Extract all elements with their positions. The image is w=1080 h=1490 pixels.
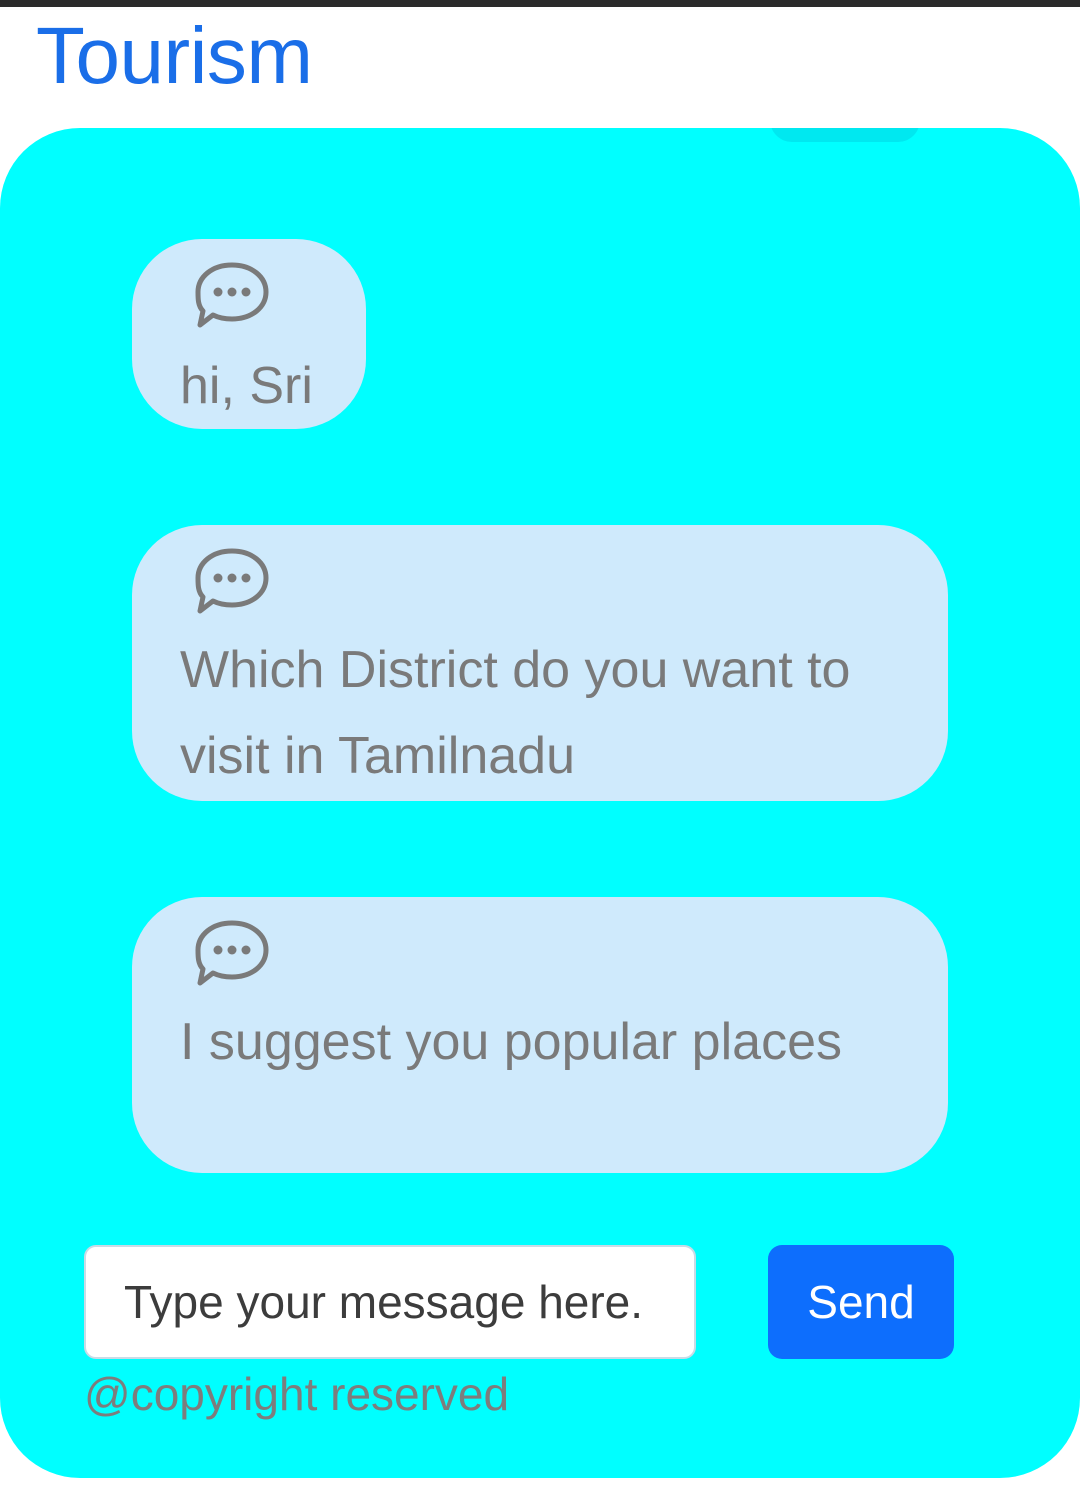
copyright-text: @copyright reserved [84,1368,510,1420]
page-title: Tourism [36,11,313,100]
chat-message: Which District do you want to visit in T… [132,525,948,801]
chat-bubble-dots-icon [195,262,269,328]
message-text: Which District do you want to visit in T… [180,641,851,785]
status-bar-edge [0,0,1080,7]
chat-bubble-dots-icon [195,920,269,986]
message-text: I suggest you popular places [180,1013,842,1071]
message-input[interactable] [84,1245,696,1359]
chat-message: I suggest you popular places [132,897,948,1173]
send-button[interactable]: Send [768,1245,954,1359]
message-text: hi, Sri [180,357,313,415]
panel-notch [770,128,920,142]
chat-message: hi, Sri [132,239,366,429]
chat-panel: hi, Sri Which District do you want to vi… [0,128,1080,1478]
chat-bubble-dots-icon [195,548,269,614]
